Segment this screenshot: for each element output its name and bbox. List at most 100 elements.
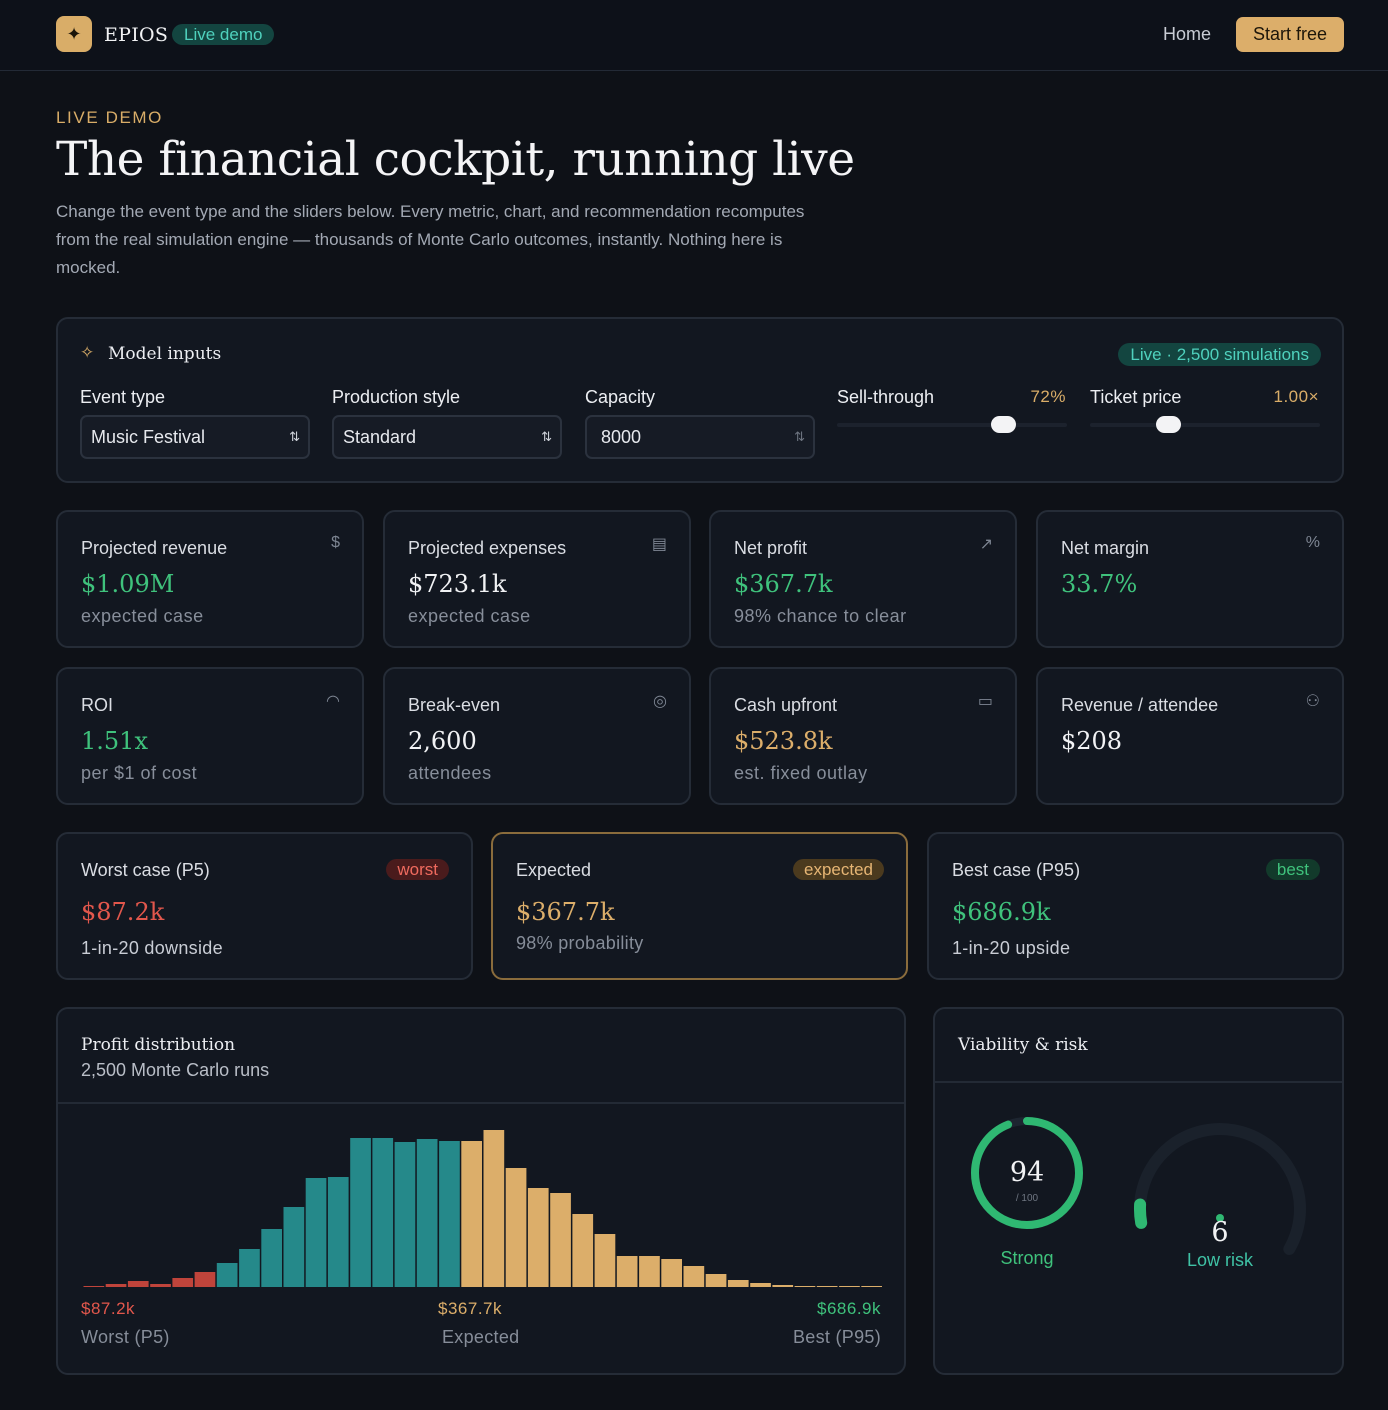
histogram-bar (416, 1139, 438, 1287)
metric-label: Net profit (734, 538, 808, 558)
histogram-bar (83, 1286, 105, 1287)
viability-risk-panel: Viability & risk 94 / 100 Strong 6 Low risk (933, 1007, 1344, 1375)
metric-card: Projected expenses ▤ $723.1k expected case (383, 510, 691, 648)
metric-label: Net margin (1061, 538, 1150, 558)
histogram-bar (727, 1280, 749, 1287)
score-label: Strong (1000, 1248, 1053, 1268)
profit-distribution-subtitle: 2,500 Monte Carlo runs (81, 1060, 270, 1080)
scenario-value: $686.9k (952, 898, 1051, 926)
histogram-bar (550, 1193, 571, 1287)
metric-label: Cash upfront (734, 695, 838, 715)
scenario-badge: best (1265, 859, 1320, 880)
metric-card: Net margin% 33.7% (1036, 510, 1344, 648)
scenario-value: $367.7k (516, 898, 615, 926)
histogram-bar (239, 1249, 260, 1287)
histogram-bar (639, 1256, 660, 1287)
histogram-bar (794, 1286, 816, 1287)
metric-sub: 98% chance to clear (734, 606, 907, 626)
histogram-bar (283, 1207, 305, 1287)
histogram-bar (483, 1130, 505, 1287)
histogram-bar (816, 1286, 838, 1287)
histogram-bar (705, 1274, 727, 1287)
metric-label: ROI (81, 695, 114, 715)
event-type-label: Event type (80, 387, 166, 407)
metric-card: Revenue / attendee ⚇ $208 (1036, 667, 1344, 805)
metric-value: 1.51x (81, 727, 148, 755)
sell-through-label: Sell-through (837, 387, 935, 407)
sell-through-thumb[interactable] (990, 416, 1016, 433)
metric-value: $723.1k (408, 570, 507, 598)
ticket-price-thumb[interactable] (1156, 416, 1182, 433)
wallet-icon: ▭ (977, 693, 993, 710)
axis-label: Worst (P5) (81, 1327, 170, 1347)
profit-distribution-title: Profit distribution (81, 1035, 236, 1055)
sell-through-slider[interactable] (837, 416, 1067, 433)
model-inputs-panel: ✧ Model inputs Live · 2,500 simulations … (56, 317, 1344, 483)
simulations-badge: Live · 2,500 simulations (1118, 343, 1321, 366)
brand-name[interactable]: EPIOS (104, 24, 168, 46)
axis-value: $686.9k (817, 1299, 881, 1318)
axis-value: $367.7k (438, 1299, 502, 1318)
event-type-select[interactable]: Music Festival ⇅ (80, 415, 310, 459)
scenario-sub: 1-in-20 upside (952, 938, 1071, 958)
scenario-card-expected: Expected expected $367.7k 98% probability (491, 832, 908, 980)
select-chevron-icon: ⇅ (541, 429, 552, 444)
production-style-select[interactable]: Standard ⇅ (332, 415, 562, 459)
ticket-price-slider[interactable] (1090, 416, 1320, 433)
score-denominator: / 100 (1016, 1193, 1039, 1204)
metric-label: Projected revenue (81, 538, 228, 558)
trending-up-icon: ↗ (979, 536, 993, 553)
scenario-label: Best case (P95) (952, 860, 1081, 880)
scenario-badge: worst (386, 859, 449, 880)
scenario-badge: expected (793, 859, 884, 880)
live-demo-badge: Live demo (172, 24, 275, 45)
risk-value: 6 (1211, 1217, 1228, 1248)
metric-value: 33.7% (1061, 570, 1138, 598)
page-title: The financial cockpit, running live (56, 132, 855, 187)
capacity-input[interactable]: 8000 ⇅ (585, 415, 815, 459)
metric-sub: expected case (81, 606, 204, 626)
histogram-bar (861, 1286, 882, 1287)
stepper-icon[interactable]: ⇅ (794, 417, 805, 457)
metric-value: $208 (1061, 727, 1123, 755)
scenario-label: Expected (516, 860, 592, 880)
histogram-bar (572, 1214, 594, 1287)
nav-home-link[interactable]: Home (1163, 24, 1211, 45)
histogram-bar (461, 1141, 482, 1287)
metric-sub: expected case (408, 606, 531, 626)
logo-icon[interactable]: ✦ (56, 16, 92, 52)
histogram-bar (305, 1178, 327, 1287)
production-style-label: Production style (332, 387, 461, 407)
metric-sub: per $1 of cost (81, 763, 198, 783)
histogram-bar (439, 1141, 460, 1287)
ticket-price-label: Ticket price (1090, 387, 1182, 407)
metric-card: ROI ◠ 1.51x per $1 of cost (56, 667, 364, 805)
receipt-icon: ▤ (651, 536, 667, 553)
axis-label: Best (P95) (792, 1327, 881, 1347)
metric-card: Net profit ↗ $367.7k 98% chance to clear (709, 510, 1017, 648)
risk-label: Low risk (1187, 1250, 1254, 1270)
panel-divider (58, 1102, 904, 1104)
sell-through-value: 72% (1030, 387, 1066, 406)
histogram-bar (772, 1285, 794, 1287)
select-chevron-icon: ⇅ (289, 429, 300, 444)
percent-icon: % (1305, 534, 1320, 551)
metric-value: 2,600 (408, 727, 477, 755)
capacity-value: 8000 (601, 427, 642, 447)
histogram-bar (194, 1272, 216, 1287)
sparkle-icon: ✧ (80, 343, 95, 362)
metric-label: Projected expenses (408, 538, 567, 558)
histogram-bar (350, 1138, 371, 1287)
metric-value: $1.09M (81, 570, 175, 598)
target-icon: ◎ (653, 693, 667, 710)
metric-label: Revenue / attendee (1061, 695, 1219, 715)
histogram-bar (261, 1229, 282, 1287)
start-free-button[interactable]: Start free (1236, 17, 1344, 52)
capacity-label: Capacity (585, 387, 656, 407)
gauge-icon: ◠ (326, 693, 340, 710)
metric-card: Break-even ◎ 2,600 attendees (383, 667, 691, 805)
score-value: 94 (1010, 1157, 1044, 1188)
axis-label: Expected (442, 1327, 520, 1347)
histogram-bar (594, 1234, 616, 1287)
panel-divider (935, 1081, 1342, 1083)
